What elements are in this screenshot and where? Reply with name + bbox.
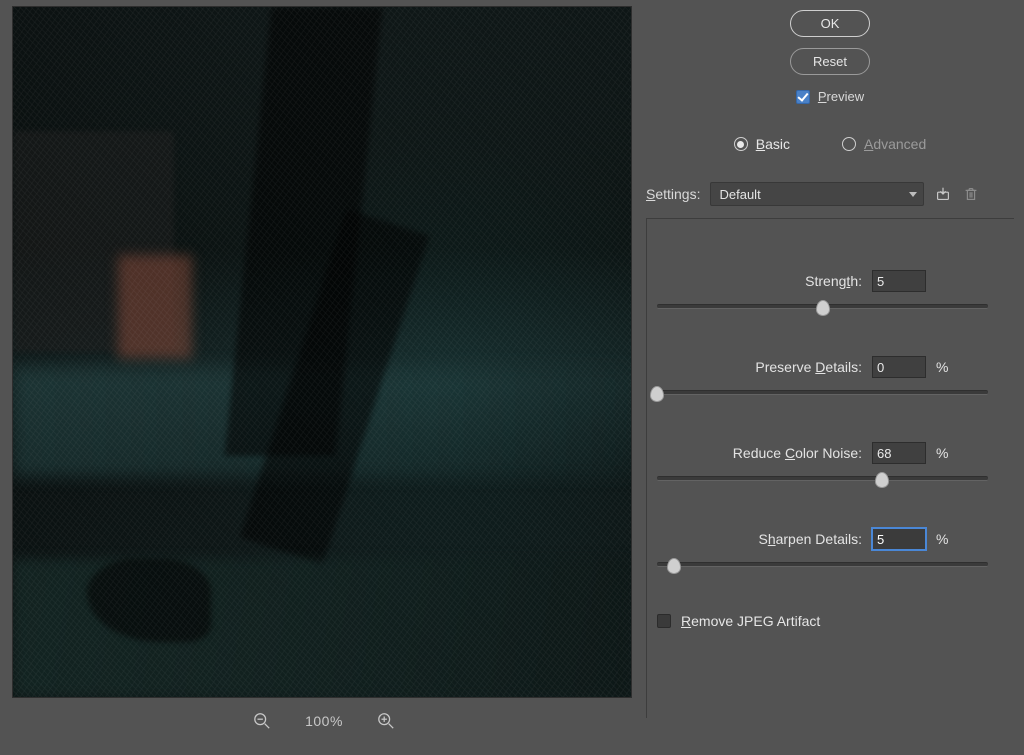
slider-track	[657, 562, 988, 567]
preview-label[interactable]: Preview	[818, 89, 864, 104]
reduce-color-noise-slider[interactable]	[657, 469, 988, 491]
mode-basic[interactable]: Basic	[734, 136, 790, 152]
reduce-color-noise-label: Reduce Color Noise:	[733, 445, 862, 461]
preserve-details-row: Preserve Details: %	[655, 355, 1006, 379]
reduce-color-noise-row: Reduce Color Noise: %	[655, 441, 1006, 465]
reduce-color-noise-input[interactable]	[872, 442, 926, 464]
preserve-details-unit: %	[936, 359, 964, 375]
noise-reduction-group: Strength: % Preserve Details: % Reduce C…	[646, 218, 1014, 718]
slider-thumb[interactable]	[667, 558, 681, 574]
sharpen-details-unit: %	[936, 531, 964, 547]
mode-row: Basic Advanced	[646, 136, 1014, 152]
zoom-in-icon[interactable]	[377, 712, 395, 730]
trash-icon[interactable]	[962, 185, 980, 203]
preserve-details-slider[interactable]	[657, 383, 988, 405]
mode-advanced[interactable]: Advanced	[842, 136, 926, 152]
strength-label: Strength:	[805, 273, 862, 289]
preview-toggle-row: Preview	[646, 89, 1014, 104]
preview-image[interactable]	[12, 6, 632, 698]
sharpen-details-slider[interactable]	[657, 555, 988, 577]
remove-jpeg-artifact-checkbox[interactable]	[657, 614, 671, 628]
zoom-out-icon[interactable]	[253, 712, 271, 730]
controls-column: OK Reset Preview Basic Advanced Settings…	[636, 0, 1024, 755]
radio-on-icon	[734, 137, 748, 151]
strength-input[interactable]	[872, 270, 926, 292]
dialog-buttons: OK Reset	[646, 8, 1014, 75]
settings-dropdown[interactable]: Default	[710, 182, 924, 206]
sharpen-details-label: Sharpen Details:	[758, 531, 862, 547]
sharpen-details-input[interactable]	[872, 528, 926, 550]
chevron-down-icon	[909, 192, 917, 197]
dialog-root: 100% OK Reset Preview Basi	[0, 0, 1024, 755]
slider-thumb[interactable]	[875, 472, 889, 488]
slider-thumb[interactable]	[650, 386, 664, 402]
zoom-percent[interactable]: 100%	[305, 713, 343, 729]
mode-advanced-label: Advanced	[864, 136, 926, 152]
remove-jpeg-artifact-row: Remove JPEG Artifact	[655, 613, 1006, 629]
reduce-color-noise-unit: %	[936, 445, 964, 461]
save-preset-icon[interactable]	[934, 185, 952, 203]
strength-slider[interactable]	[657, 297, 988, 319]
mode-basic-label: Basic	[756, 136, 790, 152]
settings-bar: Settings: Default	[646, 180, 1014, 218]
preserve-details-input[interactable]	[872, 356, 926, 378]
ok-button-label: OK	[821, 16, 840, 31]
remove-jpeg-artifact-label[interactable]: Remove JPEG Artifact	[681, 613, 820, 629]
preserve-details-label: Preserve Details:	[755, 359, 862, 375]
settings-label: Settings:	[646, 186, 700, 202]
radio-off-icon	[842, 137, 856, 151]
slider-thumb[interactable]	[816, 300, 830, 316]
reset-button-label: Reset	[813, 54, 847, 69]
sharpen-details-row: Sharpen Details: %	[655, 527, 1006, 551]
zoom-controls: 100%	[12, 712, 636, 730]
ok-button[interactable]: OK	[790, 10, 870, 37]
preview-checkbox[interactable]	[796, 90, 810, 104]
preview-column: 100%	[0, 0, 636, 755]
slider-track	[657, 390, 988, 395]
slider-track	[657, 476, 988, 481]
strength-row: Strength: %	[655, 269, 1006, 293]
settings-value: Default	[719, 187, 760, 202]
reset-button[interactable]: Reset	[790, 48, 870, 75]
